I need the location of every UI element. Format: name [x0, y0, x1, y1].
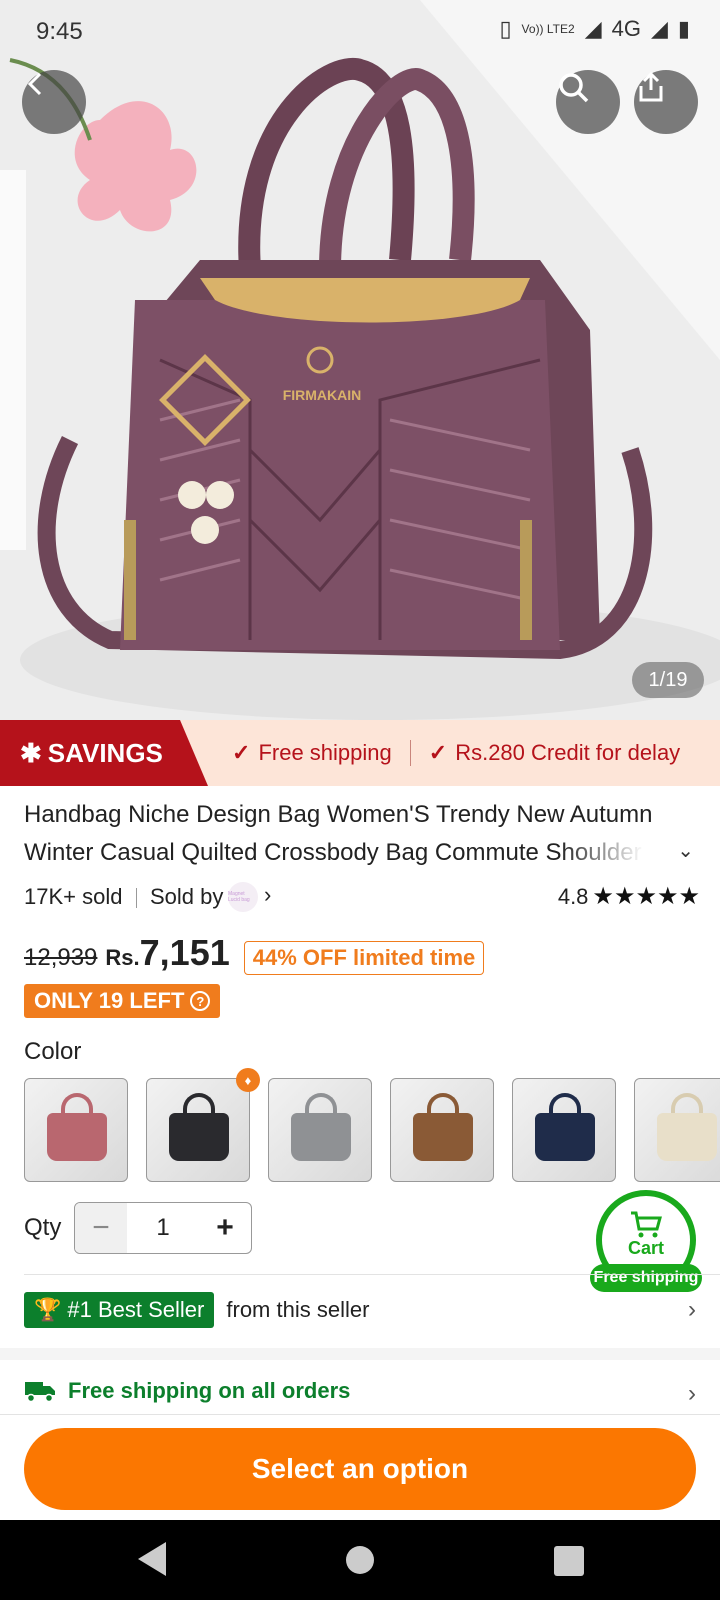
chevron-right-icon[interactable]: › — [688, 1296, 696, 1324]
cart-label: Cart — [627, 1238, 664, 1258]
sale-price: 7,151 — [139, 932, 230, 973]
search-button[interactable] — [556, 70, 620, 134]
signal-icon-2: ◢ — [650, 16, 668, 41]
nav-recents-icon[interactable] — [554, 1546, 584, 1576]
stock-badge[interactable]: ONLY 19 LEFT ? — [24, 984, 221, 1018]
original-price: 12,939 — [24, 944, 98, 971]
sold-by-label[interactable]: Sold by — [150, 884, 223, 910]
shipping-text: Free shipping on all orders — [68, 1378, 351, 1403]
nav-back-icon[interactable] — [138, 1542, 166, 1576]
color-swatch-black[interactable] — [146, 1078, 250, 1182]
quantity-stepper: − 1 + — [74, 1202, 252, 1254]
rating-value: 4.8 — [557, 883, 589, 909]
cart-free-shipping-badge: Free shipping — [590, 1264, 702, 1292]
best-seller-text: from this seller — [226, 1297, 370, 1322]
color-swatch-beige[interactable] — [634, 1078, 720, 1182]
select-option-button[interactable]: Select an option — [24, 1428, 696, 1510]
network-label: 4G — [611, 16, 641, 41]
status-bar: 9:45 ▯ Vo)) LTE2 ◢ 4G ◢ ▮ — [0, 0, 720, 62]
status-time: 9:45 — [36, 18, 83, 45]
divider — [24, 1274, 720, 1275]
product-image[interactable]: FIRMAKAIN 9:45 ▯ Vo)) LTE2 ◢ 4G ◢ ▮ 1/19 — [0, 0, 720, 720]
sold-count: 17K+ sold — [24, 884, 123, 909]
best-seller-badge: 🏆 #1 Best Seller — [24, 1292, 215, 1328]
rating[interactable]: 4.8 ★★★★★ — [558, 882, 700, 911]
increase-button[interactable]: + — [199, 1203, 251, 1253]
status-icons: ▯ Vo)) LTE2 ◢ 4G ◢ ▮ — [499, 16, 690, 42]
decrease-button[interactable]: − — [75, 1203, 127, 1253]
cart-icon — [631, 1211, 662, 1238]
color-swatch-navy[interactable] — [512, 1078, 616, 1182]
divider — [0, 1414, 720, 1415]
stock-text: ONLY 19 LEFT — [34, 988, 185, 1013]
star-rating-icon: ★★★★★ — [592, 883, 700, 910]
discount-badge: 44% OFF limited time — [243, 941, 485, 975]
brand-logo-text: FIRMAKAIN — [283, 387, 362, 403]
chevron-left-icon — [27, 72, 42, 96]
color-swatch-pink[interactable] — [24, 1078, 128, 1182]
perk-divider — [409, 740, 411, 766]
savings-badge: ✱ SAVINGS — [0, 720, 208, 786]
image-counter: 1/19 — [632, 662, 704, 698]
savings-perks: ✓ Free shipping ✓ Rs.280 Credit for dela… — [232, 720, 680, 786]
hot-icon: ♦ — [236, 1068, 260, 1092]
truck-icon — [25, 1382, 55, 1403]
perk-free-shipping: Free shipping — [258, 740, 392, 765]
best-seller-label: #1 Best Seller — [67, 1297, 205, 1322]
shipping-row[interactable]: Free shipping on all orders — [24, 1378, 350, 1404]
quantity-value[interactable]: 1 — [127, 1203, 199, 1253]
color-swatch-brown[interactable] — [390, 1078, 494, 1182]
price-row: 12,939 Rs. 7,151 44% OFF limited time — [24, 932, 485, 982]
back-button[interactable] — [22, 70, 86, 134]
section-gap — [0, 1348, 720, 1360]
share-icon — [639, 71, 663, 102]
qty-label: Qty — [24, 1214, 62, 1241]
trophy-icon: 🏆 — [34, 1297, 62, 1322]
share-button[interactable] — [634, 70, 698, 134]
color-swatch-gray[interactable] — [268, 1078, 372, 1182]
check-icon: ✓ — [232, 740, 251, 765]
color-label: Color — [24, 1038, 82, 1065]
product-meta: 17K+ sold Sold by Magnet Lucid bag › 4.8… — [24, 882, 700, 912]
signal-icon: ◢ — [584, 16, 602, 41]
vibrate-icon: ▯ — [499, 16, 512, 41]
savings-banner[interactable]: ✱ SAVINGS ✓ Free shipping ✓ Rs.280 Credi… — [0, 720, 720, 786]
nav-home-icon[interactable] — [346, 1546, 374, 1574]
color-swatches — [24, 1078, 720, 1182]
volte-icon: Vo)) LTE2 — [521, 22, 575, 36]
check-icon: ✓ — [428, 740, 448, 765]
savings-label: SAVINGS — [47, 737, 163, 768]
help-icon: ? — [190, 991, 211, 1011]
chevron-right-icon[interactable]: › — [264, 882, 271, 908]
perk-delay-credit: Rs.280 Credit for delay — [455, 740, 681, 765]
chevron-down-icon[interactable]: ⌄ — [677, 838, 694, 863]
search-icon — [559, 73, 589, 103]
best-seller-row[interactable]: 🏆 #1 Best Seller from this seller — [24, 1292, 369, 1328]
battery-icon: ▮ — [677, 16, 690, 41]
maple-leaf-icon: ✱ — [20, 737, 42, 768]
title-fade — [560, 834, 680, 872]
currency: Rs. — [105, 945, 140, 970]
seller-logo[interactable]: Magnet Lucid bag — [228, 882, 258, 912]
meta-divider — [136, 888, 137, 908]
chevron-right-icon[interactable]: › — [688, 1380, 696, 1408]
